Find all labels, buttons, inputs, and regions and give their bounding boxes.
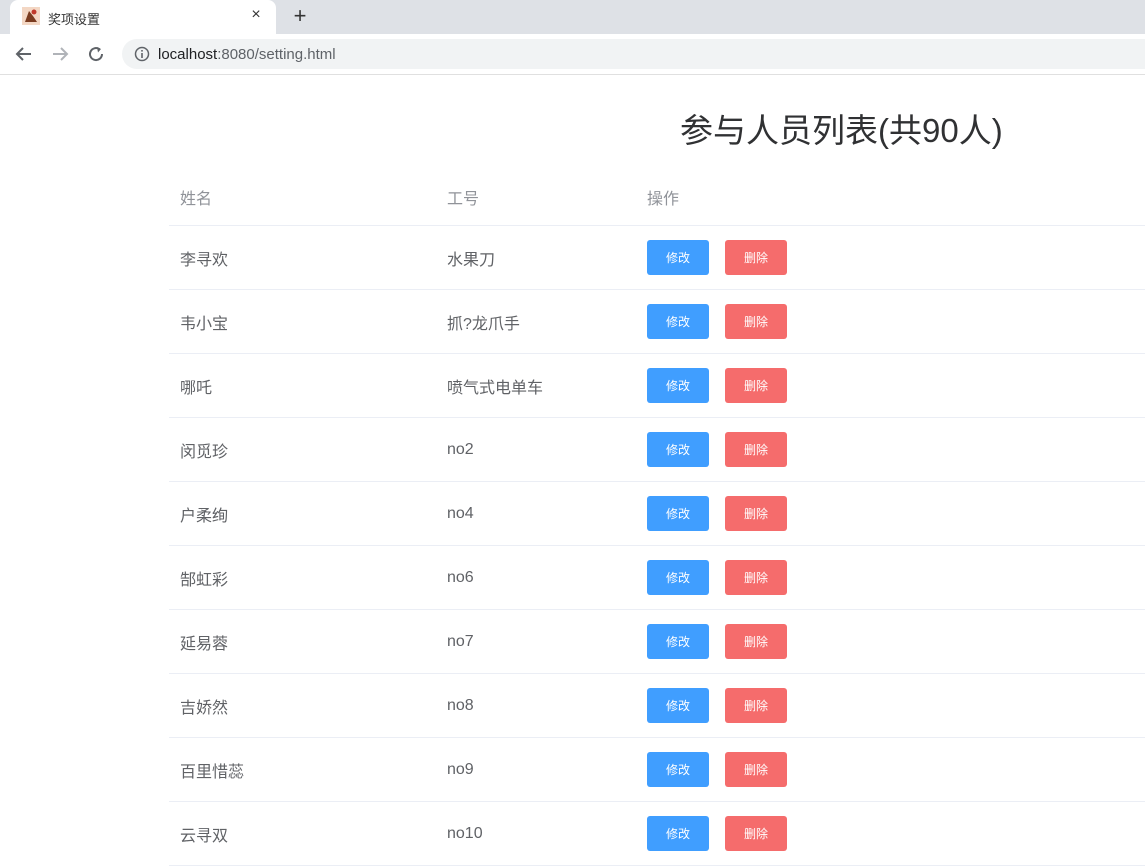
row-actions: 修改 删除 <box>647 802 803 865</box>
edit-button[interactable]: 修改 <box>647 432 709 467</box>
info-icon[interactable] <box>134 46 150 62</box>
delete-button[interactable]: 删除 <box>725 304 787 339</box>
row-actions: 修改 删除 <box>647 738 803 801</box>
delete-button[interactable]: 删除 <box>725 752 787 787</box>
favicon-icon <box>22 7 40 25</box>
row-actions: 修改 删除 <box>647 674 803 737</box>
participants-table: 姓名 工号 操作 李寻欢 水果刀 修改 删除 韦小宝 抓?龙爪手 修改 删除 哪吒 喷气式电单车修… <box>169 168 1145 866</box>
delete-button[interactable]: 删除 <box>725 688 787 723</box>
edit-button[interactable]: 修改 <box>647 624 709 659</box>
row-actions: 修改 删除 <box>647 226 803 289</box>
edit-button[interactable]: 修改 <box>647 368 709 403</box>
participant-id: no6 <box>447 568 474 586</box>
forward-button[interactable] <box>48 42 72 66</box>
edit-button[interactable]: 修改 <box>647 496 709 531</box>
participant-id: 抓?龙爪手 <box>447 315 520 333</box>
table-row: 郜虹彩 no6 修改 删除 <box>169 546 1145 610</box>
page-title: 参与人员列表(共90人) <box>680 112 1003 149</box>
edit-button[interactable]: 修改 <box>647 560 709 595</box>
back-arrow-icon <box>15 47 31 61</box>
delete-button[interactable]: 删除 <box>725 368 787 403</box>
back-button[interactable] <box>12 42 36 66</box>
row-actions: 修改 删除 <box>647 610 803 673</box>
edit-button[interactable]: 修改 <box>647 304 709 339</box>
participant-name: 韦小宝 <box>180 315 229 333</box>
participant-name: 李寻欢 <box>180 251 229 269</box>
participant-name: 哪吒 <box>180 379 213 397</box>
participant-name: 延易蓉 <box>180 635 229 653</box>
table-row: 百里惜蕊 no9 修改 删除 <box>169 738 1145 802</box>
participant-id: 水果刀 <box>447 251 496 269</box>
table-row: 闵觅珍 no2 修改 删除 <box>169 418 1145 482</box>
delete-button[interactable]: 删除 <box>725 624 787 659</box>
browser-tab-bar: 奖项设置 × + <box>0 0 1145 34</box>
reload-button[interactable] <box>84 42 108 66</box>
participant-name: 百里惜蕊 <box>180 763 245 781</box>
delete-button[interactable]: 删除 <box>725 560 787 595</box>
delete-button[interactable]: 删除 <box>725 816 787 851</box>
participant-id: no9 <box>447 760 474 778</box>
plus-icon[interactable]: + <box>288 4 312 28</box>
row-actions: 修改 删除 <box>647 482 803 545</box>
reload-icon <box>89 47 104 62</box>
participant-id: no7 <box>447 632 474 650</box>
address-bar[interactable]: localhost:8080/setting.html <box>122 39 1145 69</box>
table-row: 吉娇然 no8 修改 删除 <box>169 674 1145 738</box>
participant-name: 户柔绚 <box>180 507 229 525</box>
browser-toolbar: localhost:8080/setting.html <box>0 34 1145 75</box>
table-row: 韦小宝 抓?龙爪手 修改 删除 <box>169 290 1145 354</box>
participant-id: no10 <box>447 824 483 842</box>
forward-arrow-icon <box>53 47 69 61</box>
participant-id: 喷气式电单车 <box>447 379 544 397</box>
participant-name: 云寻双 <box>180 827 229 845</box>
table-row: 云寻双 no10 修改 删除 <box>169 802 1145 866</box>
participant-id: no4 <box>447 504 474 522</box>
column-header-id: 工号 <box>447 190 480 208</box>
participant-id: no8 <box>447 696 474 714</box>
participant-id: no2 <box>447 440 474 458</box>
close-icon[interactable]: × <box>246 5 266 25</box>
column-header-actions: 操作 <box>647 190 680 208</box>
participant-name: 吉娇然 <box>180 699 229 717</box>
edit-button[interactable]: 修改 <box>647 816 709 851</box>
browser-tab[interactable]: 奖项设置 × <box>10 0 276 34</box>
edit-button[interactable]: 修改 <box>647 752 709 787</box>
delete-button[interactable]: 删除 <box>725 432 787 467</box>
table-header-row: 姓名 工号 操作 <box>169 168 1145 226</box>
url-host: localhost <box>158 46 218 63</box>
url-text: localhost:8080/setting.html <box>158 46 336 63</box>
table-row: 哪吒 喷气式电单车 修改 删除 <box>169 354 1145 418</box>
delete-button[interactable]: 删除 <box>725 496 787 531</box>
row-actions: 修改 删除 <box>647 546 803 609</box>
column-header-name: 姓名 <box>180 190 213 208</box>
row-actions: 修改 删除 <box>647 418 803 481</box>
url-path: :8080/setting.html <box>217 46 336 63</box>
edit-button[interactable]: 修改 <box>647 240 709 275</box>
row-actions: 修改 删除 <box>647 290 803 353</box>
table-row: 李寻欢 水果刀 修改 删除 <box>169 226 1145 290</box>
participant-name: 闵觅珍 <box>180 443 229 461</box>
delete-button[interactable]: 删除 <box>725 240 787 275</box>
row-actions: 修改 删除 <box>647 354 803 417</box>
tab-title: 奖项设置 <box>48 12 101 27</box>
table-row: 延易蓉 no7 修改 删除 <box>169 610 1145 674</box>
participant-name: 郜虹彩 <box>180 571 229 589</box>
edit-button[interactable]: 修改 <box>647 688 709 723</box>
table-row: 户柔绚 no4 修改 删除 <box>169 482 1145 546</box>
